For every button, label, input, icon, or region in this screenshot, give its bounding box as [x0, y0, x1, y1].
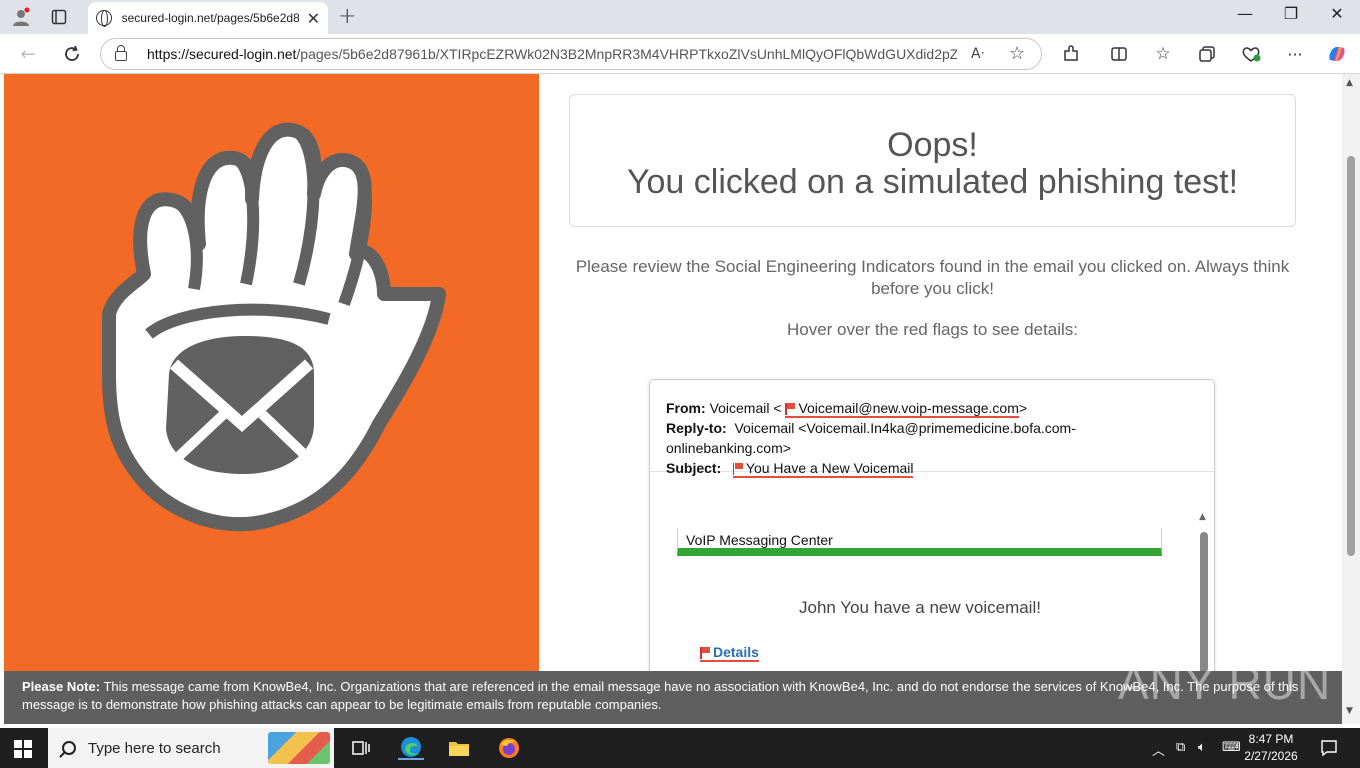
split-screen-icon[interactable]: [1108, 43, 1130, 65]
volume-icon[interactable]: 🔈︎: [1198, 740, 1206, 755]
email-header: From: Voicemail < Voicemail@new.voip-mes…: [650, 380, 1214, 478]
close-window-button[interactable]: ✕: [1314, 4, 1360, 23]
address-bar[interactable]: https://secured-login.net/pages/5b6e2d87…: [100, 38, 1042, 70]
minimize-button[interactable]: —: [1222, 4, 1268, 23]
from-name: Voicemail <: [709, 400, 782, 416]
note-text: This message came from KnowBe4, Inc. Org…: [22, 679, 1299, 712]
new-tab-button[interactable]: +: [338, 4, 356, 29]
taskbar-search[interactable]: Type here to search: [48, 728, 334, 768]
page-scrollbar[interactable]: ▲ ▼: [1342, 74, 1360, 724]
tab-actions-icon[interactable]: [48, 6, 70, 28]
lock-icon[interactable]: [115, 45, 127, 61]
read-aloud-icon[interactable]: Aᐧ: [971, 46, 984, 62]
clock-date: 2/27/2026: [1244, 749, 1298, 763]
address-toolbar: ← https://secured-login.net/pages/5b6e2d…: [0, 34, 1360, 74]
close-tab-icon[interactable]: ✕: [307, 9, 320, 28]
anyrun-watermark: ANY RUN: [1118, 657, 1332, 709]
from-address-flag[interactable]: Voicemail@new.voip-message.com: [785, 400, 1019, 418]
scroll-down-icon[interactable]: ▼: [1346, 706, 1353, 716]
extensions-icon[interactable]: [1060, 43, 1082, 65]
orange-panel: [4, 74, 539, 724]
globe-icon: [96, 10, 112, 27]
restore-button[interactable]: ❐: [1268, 4, 1314, 23]
show-hidden-icons[interactable]: ︿: [1152, 740, 1165, 759]
details-link-flag[interactable]: Details: [700, 644, 759, 662]
favorites-icon[interactable]: ☆: [1152, 43, 1174, 65]
active-tab[interactable]: secured-login.net/pages/5b6e2d8 ✕: [88, 2, 328, 34]
from-label: From:: [666, 400, 706, 416]
copilot-icon[interactable]: [1326, 43, 1348, 65]
voip-banner: VoIP Messaging Center: [677, 528, 1162, 556]
network-icon[interactable]: ⧉: [1176, 740, 1185, 755]
browser-tab-bar: secured-login.net/pages/5b6e2d8 ✕ + — ❐ …: [0, 0, 1360, 34]
clock-time: 8:47 PM: [1248, 732, 1294, 746]
hover-instructions: Hover over the red flags to see details:: [786, 320, 1079, 339]
favorite-star-icon[interactable]: ☆: [1009, 43, 1025, 64]
replyto-line: Reply-to: Voicemail <Voicemail.In4ka@pri…: [666, 418, 1198, 458]
url-text[interactable]: https://secured-login.net/pages/5b6e2d87…: [147, 46, 957, 62]
scroll-up-arrow-icon[interactable]: ▲: [1199, 512, 1206, 522]
note-label: Please Note:: [22, 679, 101, 694]
taskbar-clock[interactable]: 8:47 PM 2/27/2026: [1236, 731, 1306, 765]
task-view-icon[interactable]: [348, 736, 374, 760]
scroll-up-icon[interactable]: ▲: [1346, 78, 1353, 88]
page-content: Oops! You clicked on a simulated phishin…: [0, 74, 1342, 724]
search-icon: [62, 741, 76, 755]
new-voicemail-message: John You have a new voicemail!: [799, 598, 1041, 617]
back-button[interactable]: ←: [16, 42, 40, 66]
edge-taskbar-icon[interactable]: [398, 736, 424, 760]
red-flag-icon[interactable]: [785, 403, 796, 415]
profile-icon[interactable]: [10, 6, 32, 28]
oops-message-box: Oops! You clicked on a simulated phishin…: [569, 94, 1296, 227]
collections-icon[interactable]: [1196, 43, 1218, 65]
stop-hand-icon: [102, 122, 446, 532]
from-line: From: Voicemail < Voicemail@new.voip-mes…: [666, 400, 1028, 418]
refresh-button[interactable]: [60, 42, 84, 66]
windows-taskbar: Type here to search ︿ ⧉ 🔈︎ ⌨︎ 8:47 PM 2/…: [0, 728, 1360, 768]
phishing-test-heading: You clicked on a simulated phishing test…: [626, 163, 1239, 201]
red-flag-icon[interactable]: [700, 647, 710, 659]
notifications-icon[interactable]: [1316, 736, 1342, 760]
replyto-value: Voicemail <Voicemail.In4ka@primemedicine…: [666, 420, 1076, 456]
browser-essentials-icon[interactable]: [1240, 43, 1262, 65]
file-explorer-icon[interactable]: [446, 736, 472, 760]
review-instructions: Please review the Social Engineering Ind…: [575, 257, 1290, 298]
start-button[interactable]: [14, 740, 32, 758]
firefox-icon[interactable]: [496, 736, 522, 760]
tab-title: secured-login.net/pages/5b6e2d8: [121, 11, 299, 25]
oops-heading: Oops!: [887, 126, 978, 164]
page-scroll-thumb[interactable]: [1347, 156, 1355, 556]
search-placeholder: Type here to search: [88, 739, 221, 757]
search-highlight-image: [268, 732, 330, 764]
more-menu-icon[interactable]: ···: [1284, 43, 1306, 65]
replyto-label: Reply-to:: [666, 420, 727, 436]
